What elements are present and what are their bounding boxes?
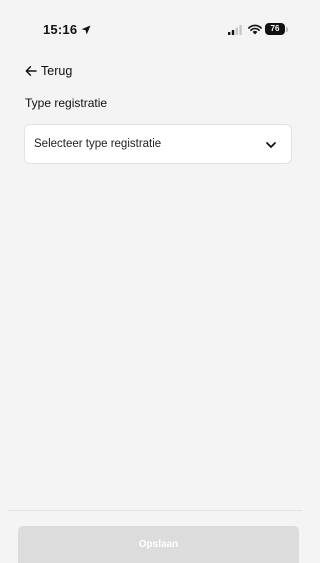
back-label: Terug	[41, 64, 73, 78]
battery-tip	[286, 27, 288, 32]
signal-icon	[228, 25, 242, 35]
location-arrow-icon	[81, 25, 91, 35]
chevron-down-icon	[266, 142, 276, 148]
app-screen: 15:16 76 Terug Type registratie Selectee…	[7, 0, 302, 511]
wifi-icon	[248, 24, 262, 35]
status-time: 15:16	[43, 22, 78, 37]
back-button[interactable]: Terug	[25, 63, 72, 79]
arrow-left-icon	[25, 66, 37, 76]
status-bar: 15:16 76	[7, 0, 302, 50]
battery-icon: 76	[265, 23, 285, 35]
save-button[interactable]: Opslaan	[18, 526, 299, 563]
type-registration-select[interactable]: Selecteer type registratie	[24, 124, 292, 164]
select-placeholder: Selecteer type registratie	[34, 138, 162, 150]
type-registration-label: Type registratie	[25, 96, 108, 110]
